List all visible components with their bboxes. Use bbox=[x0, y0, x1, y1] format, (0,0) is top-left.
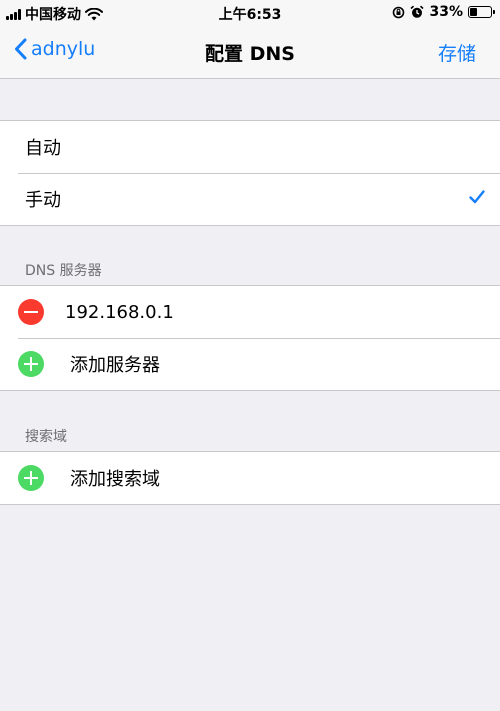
checkmark-icon bbox=[469, 190, 485, 204]
mode-option-auto[interactable]: 自动 bbox=[0, 121, 500, 173]
status-bar: 中国移动 上午6:53 33% bbox=[0, 0, 500, 26]
mode-option-label: 手动 bbox=[25, 190, 61, 211]
dns-server-row[interactable]: 192.168.0.1 bbox=[0, 286, 500, 338]
page-title: 配置 DNS bbox=[205, 43, 295, 65]
delete-server-icon[interactable] bbox=[18, 299, 44, 325]
mode-option-label: 自动 bbox=[25, 138, 61, 159]
dns-section-header: DNS 服务器 bbox=[25, 263, 102, 279]
add-server-icon[interactable] bbox=[18, 351, 44, 377]
navigation-bar: adnylu 配置 DNS 存储 bbox=[0, 26, 500, 79]
add-search-domain-row[interactable]: 添加搜索域 bbox=[0, 452, 500, 504]
mode-option-manual[interactable]: 手动 bbox=[0, 173, 500, 225]
dns-server-group: 192.168.0.1 添加服务器 bbox=[0, 285, 500, 391]
dns-server-address[interactable]: 192.168.0.1 bbox=[65, 302, 174, 323]
add-search-domain-label: 添加搜索域 bbox=[70, 469, 160, 490]
orientation-lock-icon bbox=[393, 6, 405, 18]
battery-icon bbox=[468, 6, 495, 18]
add-server-label: 添加服务器 bbox=[70, 355, 160, 376]
alarm-icon bbox=[410, 5, 425, 18]
add-search-domain-icon[interactable] bbox=[18, 465, 44, 491]
add-server-row[interactable]: 添加服务器 bbox=[0, 338, 500, 390]
battery-fill bbox=[470, 8, 477, 16]
search-domain-group: 添加搜索域 bbox=[0, 451, 500, 505]
battery-percent: 33% bbox=[429, 4, 463, 20]
save-button[interactable]: 存储 bbox=[438, 39, 476, 66]
mode-group: 自动 手动 bbox=[0, 120, 500, 226]
status-right: 33% bbox=[392, 4, 495, 20]
search-domain-section-header: 搜索域 bbox=[25, 429, 67, 445]
